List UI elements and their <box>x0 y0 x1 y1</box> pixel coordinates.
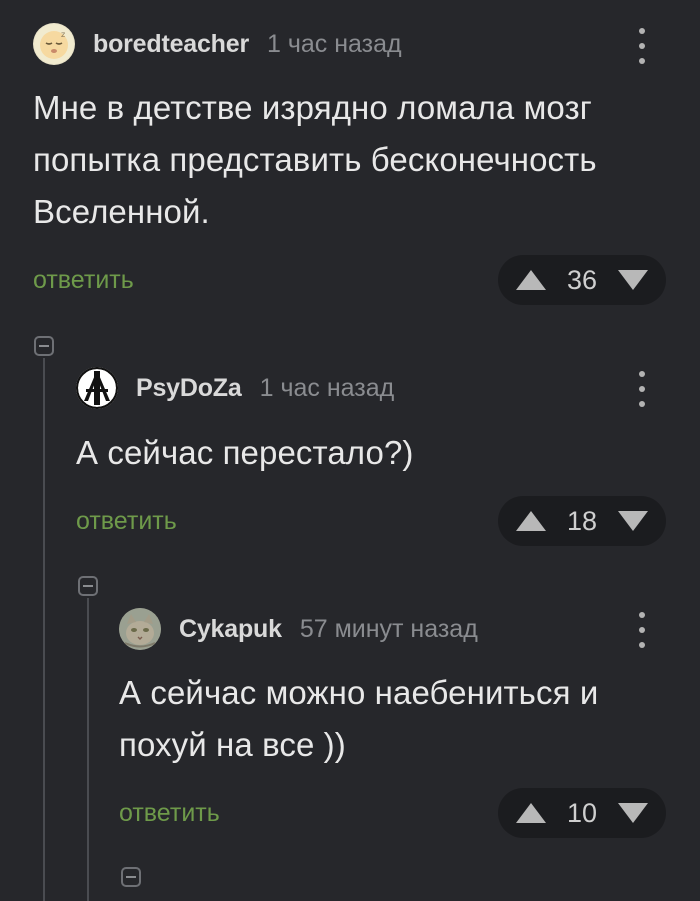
comment-text-line: попытка представить бесконечность <box>33 141 597 178</box>
thread-line[interactable] <box>43 358 45 901</box>
more-options-icon[interactable] <box>634 28 650 64</box>
collapse-thread-icon[interactable] <box>34 336 54 356</box>
rating-count: 36 <box>566 264 598 295</box>
svg-text:z: z <box>61 30 65 39</box>
reply-link[interactable]: ответить <box>76 507 177 536</box>
more-options-icon[interactable] <box>634 612 650 648</box>
comment-text-line: А сейчас перестало?) <box>76 434 414 471</box>
comment-header: z boredteacher 1 час назад <box>33 22 402 66</box>
rating-count: 18 <box>566 505 598 536</box>
comment-text-line: Вселенной. <box>33 193 210 230</box>
sleepy-face-avatar-icon[interactable]: z <box>33 23 75 65</box>
vote-control: 18 <box>498 496 666 546</box>
cat-photo-avatar-icon[interactable] <box>119 608 161 650</box>
more-options-icon[interactable] <box>634 371 650 407</box>
timestamp: 57 минут назад <box>299 614 478 643</box>
username[interactable]: boredteacher <box>93 30 249 59</box>
vote-control: 36 <box>498 255 666 305</box>
collapse-thread-icon[interactable] <box>78 576 98 596</box>
comment-text-line: Мне в детстве изрядно ломала мозг <box>33 89 592 126</box>
vote-control: 10 <box>498 788 666 838</box>
timestamp: 1 час назад <box>267 29 402 58</box>
upvote-icon[interactable] <box>516 511 546 531</box>
timestamp: 1 час назад <box>259 373 395 402</box>
reply-link[interactable]: ответить <box>33 266 134 295</box>
upvote-icon[interactable] <box>516 803 546 823</box>
downvote-icon[interactable] <box>617 803 648 823</box>
comment-text: А сейчас перестало?) <box>76 427 414 479</box>
reply-link[interactable]: ответить <box>119 799 220 828</box>
comment-text-line: А сейчас можно наебениться и <box>119 674 599 711</box>
upvote-icon[interactable] <box>516 270 546 290</box>
thread-line[interactable] <box>87 598 89 901</box>
comment-text: А сейчас можно наебениться и похуй на вс… <box>119 667 598 771</box>
downvote-icon[interactable] <box>617 270 648 290</box>
downvote-icon[interactable] <box>617 511 648 531</box>
comment-text-line: похуй на все )) <box>119 726 346 763</box>
comment-header: Cykapuk 57 минут назад <box>119 607 478 651</box>
collapse-thread-icon[interactable] <box>121 867 141 887</box>
username[interactable]: Cykapuk <box>179 615 282 644</box>
comment-header: PsyDoZa 1 час назад <box>76 366 394 410</box>
rating-count: 10 <box>566 797 598 828</box>
comment-text: Мне в детстве изрядно ломала мозг попытк… <box>33 82 597 238</box>
anarchy-symbol-avatar-icon[interactable] <box>76 367 118 409</box>
username[interactable]: PsyDoZa <box>136 374 242 403</box>
